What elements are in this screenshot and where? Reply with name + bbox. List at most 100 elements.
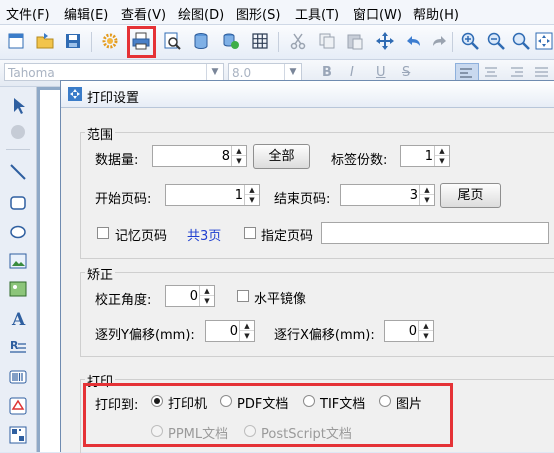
font-name-select[interactable]: Tahoma ▼ [4, 63, 224, 81]
database-icon[interactable] [191, 31, 211, 51]
settings-gear-icon[interactable] [100, 31, 120, 51]
mirror-checkbox[interactable] [237, 290, 249, 302]
underline-button[interactable]: U [376, 65, 386, 80]
main-toolbar [0, 25, 554, 60]
start-page-label: 开始页码: [95, 192, 152, 207]
stepper-arrows[interactable]: ▲ ▼ [418, 321, 433, 341]
fit-page-icon[interactable] [534, 31, 554, 51]
menu-window[interactable]: 窗口(W) [353, 4, 402, 23]
menu-tools[interactable]: 工具(T) [295, 4, 339, 23]
ellipse-tool-icon[interactable] [8, 222, 28, 242]
pan-hand-icon[interactable] [8, 122, 28, 142]
last-page-button[interactable]: 尾页 [440, 183, 501, 208]
strikethrough-button[interactable]: S [402, 65, 410, 80]
open-folder-icon[interactable] [35, 31, 55, 51]
dialog-title: 打印设置 [87, 91, 140, 106]
chevron-up-icon[interactable]: ▲ [420, 185, 434, 195]
chevron-up-icon[interactable]: ▲ [232, 146, 246, 156]
chevron-down-icon[interactable]: ▼ [200, 296, 214, 306]
text-tool-icon[interactable]: A [8, 308, 28, 328]
stepper-arrows[interactable]: ▲ ▼ [244, 185, 259, 205]
paste-icon[interactable] [345, 31, 365, 51]
chevron-down-icon: ▼ [206, 64, 223, 80]
barcode-tool-icon[interactable] [8, 367, 28, 387]
remember-page-checkbox[interactable] [97, 227, 109, 239]
end-page-value: 3 [409, 188, 418, 203]
label-copies-stepper[interactable]: 1 ▲ ▼ [400, 145, 450, 167]
menu-shape[interactable]: 图形(S) [236, 4, 280, 23]
print-preview-icon[interactable] [162, 31, 182, 51]
database-connect-icon[interactable] [220, 31, 240, 51]
dialog-app-icon [67, 86, 83, 102]
stepper-arrows[interactable]: ▲ ▼ [419, 185, 434, 205]
chevron-down-icon[interactable]: ▼ [232, 156, 246, 166]
data-count-label: 数据量: [95, 153, 139, 168]
data-count-value: 8 [221, 149, 230, 164]
angle-value: 0 [189, 289, 198, 304]
zoom-icon[interactable] [511, 31, 531, 51]
angle-stepper[interactable]: 0 ▲ ▼ [165, 285, 215, 307]
new-file-icon[interactable] [6, 31, 26, 51]
chevron-down-icon[interactable]: ▼ [435, 156, 449, 166]
chevron-down-icon[interactable]: ▼ [420, 195, 434, 205]
bold-button[interactable]: B [322, 65, 332, 80]
print-options-highlight [83, 383, 453, 447]
zoom-out-icon[interactable] [486, 31, 506, 51]
correction-group [80, 272, 554, 357]
zoom-in-icon[interactable] [460, 31, 480, 51]
chevron-down-icon[interactable]: ▼ [240, 331, 254, 341]
specify-page-label: 指定页码 [261, 229, 314, 244]
x-offset-stepper[interactable]: 0 ▲ ▼ [384, 320, 434, 342]
stepper-arrows[interactable]: ▲ ▼ [434, 146, 449, 166]
menu-edit[interactable]: 编辑(E) [64, 4, 108, 23]
stepper-arrows[interactable]: ▲ ▼ [231, 146, 246, 166]
menu-draw[interactable]: 绘图(D) [178, 4, 224, 23]
x-offset-label: 逐行X偏移(mm): [274, 328, 375, 343]
image-tool-icon[interactable] [8, 251, 28, 271]
end-page-stepper[interactable]: 3 ▲ ▼ [340, 184, 435, 206]
chevron-up-icon[interactable]: ▲ [200, 286, 214, 296]
chevron-down-icon[interactable]: ▼ [245, 195, 259, 205]
font-size-select[interactable]: 8.0 ▼ [228, 63, 302, 81]
chevron-up-icon[interactable]: ▲ [435, 146, 449, 156]
picture-tool-icon[interactable] [8, 279, 28, 299]
chevron-up-icon[interactable]: ▲ [245, 185, 259, 195]
specify-page-checkbox[interactable] [244, 227, 256, 239]
menu-bar: 文件(F) 编辑(E) 查看(V) 绘图(D) 图形(S) 工具(T) 窗口(W… [0, 0, 554, 25]
end-page-label: 结束页码: [274, 192, 331, 207]
dialog-title-bar: 打印设置 [61, 81, 554, 108]
rectangle-tool-icon[interactable] [8, 193, 28, 213]
qrcode-tool-icon[interactable] [8, 425, 28, 445]
italic-button[interactable]: I [350, 65, 354, 80]
all-button[interactable]: 全部 [253, 144, 310, 169]
save-icon[interactable] [63, 31, 83, 51]
chevron-up-icon[interactable]: ▲ [419, 321, 433, 331]
stepper-arrows[interactable]: ▲ ▼ [199, 286, 214, 306]
select-pointer-icon[interactable] [8, 96, 28, 116]
start-page-value: 1 [234, 188, 243, 203]
shape-tool-icon[interactable] [8, 396, 28, 416]
rich-text-tool-icon[interactable]: R [8, 337, 28, 357]
y-offset-stepper[interactable]: 0 ▲ ▼ [205, 320, 255, 342]
copy-icon[interactable] [317, 31, 337, 51]
remember-page-label: 记忆页码 [115, 229, 168, 244]
chevron-up-icon[interactable]: ▲ [240, 321, 254, 331]
menu-help[interactable]: 帮助(H) [413, 4, 459, 23]
label-copies-value: 1 [424, 149, 433, 164]
x-offset-value: 0 [408, 324, 417, 339]
move-arrows-icon[interactable] [375, 31, 395, 51]
specify-page-input[interactable] [321, 222, 549, 244]
start-page-stepper[interactable]: 1 ▲ ▼ [165, 184, 260, 206]
redo-icon[interactable] [430, 31, 450, 51]
cut-icon[interactable] [288, 31, 308, 51]
data-count-stepper[interactable]: 8 ▲ ▼ [152, 145, 247, 167]
undo-icon[interactable] [403, 31, 423, 51]
stepper-arrows[interactable]: ▲ ▼ [239, 321, 254, 341]
chevron-down-icon: ▼ [284, 64, 301, 80]
angle-label: 校正角度: [95, 293, 152, 308]
line-tool-icon[interactable] [8, 162, 28, 182]
menu-file[interactable]: 文件(F) [6, 4, 50, 23]
chevron-down-icon[interactable]: ▼ [419, 331, 433, 341]
menu-view[interactable]: 查看(V) [121, 4, 166, 23]
grid-icon[interactable] [250, 31, 270, 51]
